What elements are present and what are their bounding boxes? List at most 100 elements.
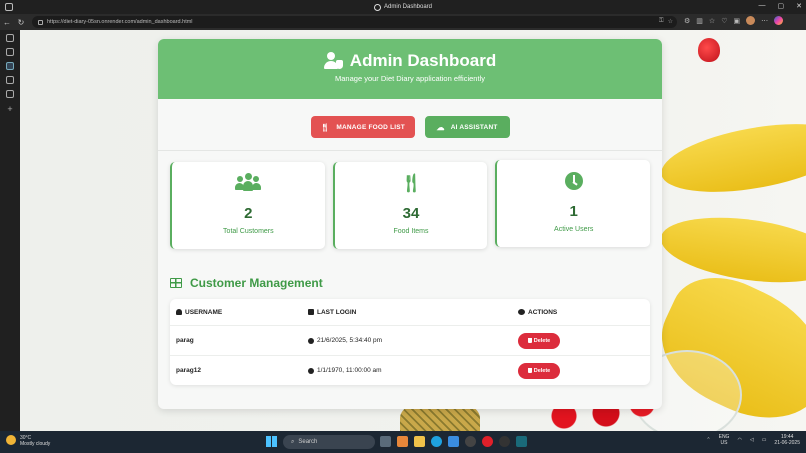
table-header: USERNAME LAST LOGIN ACTIONS bbox=[170, 299, 650, 325]
stats-cards: 2 Total Customers 🍴︎ 34 Food Items 1 Act… bbox=[158, 160, 662, 249]
utensils-icon: 🍴︎ bbox=[399, 172, 423, 193]
column-header-last-login: LAST LOGIN bbox=[317, 308, 357, 316]
clock-icon bbox=[308, 367, 314, 374]
page-viewport: Admin Dashboard Manage your Diet Diary a… bbox=[20, 30, 806, 431]
trash-icon bbox=[527, 368, 532, 373]
stat-value: 2 bbox=[244, 205, 253, 222]
cloud-icon: ☁ bbox=[436, 122, 445, 132]
table-row: parag 21/6/2025, 5:34:40 pm Delete bbox=[170, 325, 650, 355]
task-view-icon[interactable] bbox=[380, 436, 391, 447]
browser-toolbar: ← ↻ https://diet-diary-05sn.onrender.com… bbox=[0, 14, 806, 30]
weather-icon bbox=[6, 435, 16, 445]
language-indicator[interactable]: ENG US bbox=[719, 434, 730, 446]
page-title: Admin Dashboard bbox=[158, 51, 662, 71]
column-header-username: USERNAME bbox=[185, 308, 223, 316]
tab-icon[interactable] bbox=[6, 76, 14, 84]
tab-icon[interactable] bbox=[6, 90, 14, 98]
tab-icon[interactable] bbox=[6, 34, 14, 42]
stat-label: Total Customers bbox=[223, 228, 274, 235]
tab-actions-icon[interactable] bbox=[5, 3, 13, 11]
stat-card-food-items: 🍴︎ 34 Food Items bbox=[332, 162, 488, 249]
trash-icon bbox=[527, 338, 532, 343]
github-icon[interactable] bbox=[499, 436, 510, 447]
background-strawberry bbox=[698, 38, 720, 62]
clock-icon bbox=[308, 337, 314, 344]
browser-essentials-icon[interactable]: ♡ bbox=[721, 17, 727, 25]
wifi-icon[interactable]: ◠ bbox=[737, 437, 741, 443]
stat-value: 1 bbox=[569, 203, 578, 220]
minimize-icon[interactable]: — bbox=[759, 2, 766, 10]
window-title: Admin Dashboard bbox=[373, 3, 432, 11]
address-bar[interactable]: https://diet-diary-05sn.onrender.com/adm… bbox=[32, 16, 677, 28]
customers-table: USERNAME LAST LOGIN ACTIONS parag 21/6/2… bbox=[170, 299, 650, 385]
ai-assistant-button[interactable]: ☁ AI ASSISTANT bbox=[424, 116, 510, 138]
window-controls: — ▢ ✕ bbox=[759, 2, 803, 10]
user-icon bbox=[176, 309, 182, 315]
stat-label: Active Users bbox=[554, 226, 594, 233]
taskbar-clock[interactable]: 19:44 21-06-2025 bbox=[774, 434, 800, 446]
user-shield-icon bbox=[323, 52, 344, 70]
stat-card-active-users: 1 Active Users bbox=[495, 160, 651, 247]
store-icon[interactable] bbox=[448, 436, 459, 447]
action-buttons: 🍴︎ MANAGE FOOD LIST ☁ AI ASSISTANT bbox=[158, 116, 662, 138]
url-text: https://diet-diary-05sn.onrender.com/adm… bbox=[47, 19, 193, 25]
table-icon bbox=[170, 278, 182, 288]
start-button[interactable] bbox=[266, 436, 277, 447]
vertical-tabs-sidebar: + bbox=[0, 30, 20, 431]
taskbar-search[interactable]: ⌕ Search bbox=[283, 435, 375, 449]
delete-button[interactable]: Delete bbox=[518, 362, 560, 379]
app-icon[interactable] bbox=[482, 436, 493, 447]
column-header-actions: ACTIONS bbox=[528, 308, 558, 316]
gears-icon bbox=[518, 309, 525, 315]
close-icon[interactable]: ✕ bbox=[796, 2, 802, 10]
stat-label: Food Items bbox=[393, 228, 429, 235]
delete-button[interactable]: Delete bbox=[518, 332, 560, 349]
more-menu-icon[interactable]: ⋯ bbox=[761, 17, 768, 25]
calendar-icon bbox=[308, 309, 314, 315]
new-tab-icon[interactable]: + bbox=[7, 104, 12, 114]
split-screen-icon[interactable]: ▥ bbox=[696, 17, 703, 25]
system-tray: ⌃ ENG US ◠ ◁ ▭ 19:44 21-06-2025 bbox=[706, 434, 800, 446]
divider bbox=[158, 150, 662, 151]
admin-dashboard-card: Admin Dashboard Manage your Diet Diary a… bbox=[158, 39, 662, 409]
window-titlebar: Admin Dashboard — ▢ ✕ bbox=[0, 0, 806, 14]
extensions-icon[interactable]: ⚙ bbox=[684, 17, 690, 25]
last-login-cell: 21/6/2025, 5:34:40 pm bbox=[317, 337, 383, 344]
clock-icon bbox=[564, 172, 583, 190]
taskbar-apps bbox=[380, 436, 527, 447]
site-info-icon[interactable] bbox=[38, 19, 43, 25]
users-icon bbox=[235, 173, 262, 193]
utensils-icon: 🍴︎ bbox=[320, 122, 331, 132]
maximize-icon[interactable]: ▢ bbox=[778, 2, 785, 10]
battery-icon[interactable]: ▭ bbox=[762, 437, 767, 443]
last-login-cell: 1/1/1970, 11:00:00 am bbox=[317, 367, 382, 374]
app-icon[interactable] bbox=[516, 436, 527, 447]
profile-avatar[interactable] bbox=[746, 16, 756, 25]
volume-icon[interactable]: ◁ bbox=[750, 437, 754, 443]
collections-icon[interactable]: ▣ bbox=[733, 17, 740, 25]
key-icon[interactable]: ⚿ bbox=[659, 18, 664, 25]
back-icon[interactable]: ← bbox=[0, 18, 14, 27]
dashboard-header: Admin Dashboard Manage your Diet Diary a… bbox=[158, 39, 662, 99]
tab-icon[interactable] bbox=[6, 48, 14, 56]
edge-icon[interactable] bbox=[431, 436, 442, 447]
copilot-icon[interactable] bbox=[774, 16, 784, 25]
page-subtitle: Manage your Diet Diary application effic… bbox=[335, 74, 485, 83]
file-explorer-icon[interactable] bbox=[414, 436, 425, 447]
weather-widget[interactable]: 30°C Mostly cloudy bbox=[6, 435, 50, 447]
app-icon[interactable] bbox=[465, 436, 476, 447]
username-cell: parag bbox=[176, 337, 194, 344]
favorites-icon[interactable]: ☆ bbox=[709, 17, 715, 25]
search-icon: ⌕ bbox=[291, 438, 295, 445]
refresh-icon[interactable]: ↻ bbox=[14, 18, 28, 27]
favorite-star-icon[interactable]: ☆ bbox=[668, 18, 673, 25]
table-row: parag12 1/1/1970, 11:00:00 am Delete bbox=[170, 355, 650, 385]
background-banana bbox=[656, 111, 806, 205]
username-cell: parag12 bbox=[176, 367, 201, 374]
manage-food-list-button[interactable]: 🍴︎ MANAGE FOOD LIST bbox=[310, 116, 415, 138]
stat-card-total-customers: 2 Total Customers bbox=[170, 162, 325, 249]
globe-icon bbox=[373, 3, 381, 11]
chevron-up-icon[interactable]: ⌃ bbox=[706, 437, 710, 443]
app-icon[interactable] bbox=[397, 436, 408, 447]
active-tab-icon[interactable] bbox=[6, 62, 14, 70]
